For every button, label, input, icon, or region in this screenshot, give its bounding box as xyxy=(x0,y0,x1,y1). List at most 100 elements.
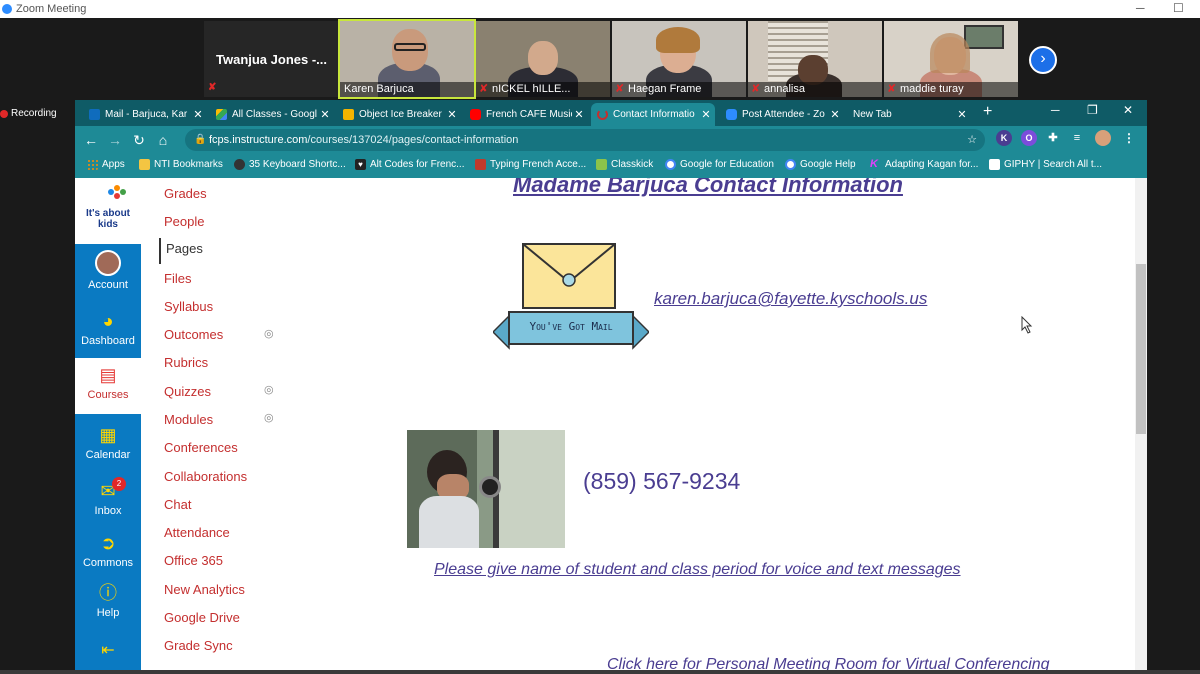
bookmark-keyboard-shortcuts[interactable]: 35 Keyboard Shortc... xyxy=(234,159,346,170)
next-participants-button[interactable]: › xyxy=(1029,46,1057,74)
back-arrow-icon[interactable]: ← xyxy=(79,132,103,148)
tab-french-cafe[interactable]: French CAFE Music ✕ xyxy=(464,103,588,126)
nav-commons[interactable]: ➲ Commons xyxy=(75,532,141,582)
zoom-window-title: Zoom Meeting xyxy=(16,3,87,15)
mic-muted-icon: ✘ xyxy=(887,83,897,95)
course-nav-modules[interactable]: Modules xyxy=(164,412,213,427)
bookmark-google-education[interactable]: Google for Education xyxy=(665,159,774,170)
nav-inbox[interactable]: ✉ 2 Inbox xyxy=(75,477,141,530)
document-icon xyxy=(989,159,1000,170)
bookmark-giphy[interactable]: GIPHY | Search All t... xyxy=(989,159,1102,170)
course-nav-collaborations[interactable]: Collaborations xyxy=(164,469,247,484)
nav-help[interactable]: ⓘ Help xyxy=(75,582,141,632)
nav-courses[interactable]: ▤ Courses xyxy=(75,358,141,414)
participant-label: ✘ maddie turay xyxy=(884,82,1018,97)
canvas-page: It's about kids Account ◕ Dashboard ▤ Co… xyxy=(75,178,1147,674)
home-icon[interactable]: ⌂ xyxy=(151,132,175,148)
close-tab-icon[interactable]: ✕ xyxy=(955,108,969,121)
course-nav-office-365[interactable]: Office 365 xyxy=(164,553,223,568)
close-tab-icon[interactable]: ✕ xyxy=(318,108,332,121)
lock-icon: 🔒 xyxy=(194,134,207,145)
course-nav-quizzes[interactable]: Quizzes xyxy=(164,384,211,399)
extension-o-icon[interactable]: O xyxy=(1021,130,1037,146)
bookmark-alt-codes[interactable]: ♥ Alt Codes for Frenc... xyxy=(355,159,464,170)
course-nav-outcomes[interactable]: Outcomes xyxy=(164,327,223,342)
participant-label: ✘ annalisa xyxy=(748,82,882,97)
tab-mail[interactable]: Mail - Barjuca, Kar ✕ xyxy=(83,103,207,126)
course-nav-attendance[interactable]: Attendance xyxy=(164,525,230,540)
close-tab-icon[interactable]: ✕ xyxy=(699,108,713,121)
close-tab-icon[interactable]: ✕ xyxy=(445,108,459,121)
close-tab-icon[interactable]: ✕ xyxy=(828,108,842,121)
mic-muted-icon: ✘ xyxy=(615,83,625,95)
profile-avatar[interactable] xyxy=(1095,130,1111,146)
minimize-icon[interactable]: ─ xyxy=(1136,1,1145,15)
tab-new-tab[interactable]: New Tab ✕ xyxy=(847,103,971,126)
tab-post-attendee[interactable]: Post Attendee - Zo ✕ xyxy=(720,103,844,126)
page-scrollbar[interactable] xyxy=(1135,178,1147,674)
participant-video-tile[interactable]: ✘ nICKEL hILLE... xyxy=(476,21,610,97)
course-nav-people[interactable]: People xyxy=(164,214,204,229)
forward-arrow-icon[interactable]: → xyxy=(103,132,127,148)
address-bar[interactable]: 🔒 fcps.instructure.com/courses/137024/pa… xyxy=(185,129,985,151)
course-nav-new-analytics[interactable]: New Analytics xyxy=(164,582,245,597)
participant-label: ✘ Haegan Frame xyxy=(612,82,746,97)
recording-dot-icon xyxy=(0,109,8,118)
extensions-puzzle-icon[interactable]: ✚ xyxy=(1045,130,1061,146)
participant-name: Twanjua Jones -... xyxy=(216,52,328,67)
course-nav-grade-sync[interactable]: Grade Sync xyxy=(164,638,233,653)
reading-list-icon[interactable]: ≡ xyxy=(1069,130,1085,146)
taskbar-strip xyxy=(0,670,1200,674)
bookmark-typing-french[interactable]: Typing French Acce... xyxy=(475,159,586,170)
course-nav-grades[interactable]: Grades xyxy=(164,186,207,201)
course-nav-rubrics[interactable]: Rubrics xyxy=(164,355,208,370)
close-window-icon[interactable]: ✕ xyxy=(1123,103,1133,117)
extension-k-icon[interactable]: K xyxy=(996,130,1012,146)
participant-video-tile[interactable]: Karen Barjuca xyxy=(338,19,476,99)
new-tab-button[interactable]: + xyxy=(983,103,992,121)
email-link[interactable]: karen.barjuca@fayette.kyschools.us xyxy=(654,289,927,309)
scrollbar-thumb[interactable] xyxy=(1136,264,1146,434)
close-tab-icon[interactable]: ✕ xyxy=(191,108,205,121)
participant-name-tile[interactable]: Twanjua Jones -... ✘ xyxy=(204,21,338,97)
course-nav-chat[interactable]: Chat xyxy=(164,497,191,512)
maximize-icon[interactable]: ☐ xyxy=(1173,1,1184,15)
minimize-icon[interactable]: ─ xyxy=(1051,103,1060,117)
more-menu-icon[interactable]: ⋮ xyxy=(1121,130,1137,146)
course-nav-pages[interactable]: Pages xyxy=(159,238,203,264)
participant-video-tile[interactable]: ✘ annalisa xyxy=(748,21,882,97)
reload-icon[interactable]: ↻ xyxy=(127,132,151,149)
inbox-badge: 2 xyxy=(112,477,126,491)
tab-contact-information[interactable]: Contact Informatio ✕ xyxy=(591,103,715,126)
help-icon: ⓘ xyxy=(99,583,117,603)
course-nav-syllabus[interactable]: Syllabus xyxy=(164,299,213,314)
restore-icon[interactable]: ❐ xyxy=(1087,103,1098,117)
bookmark-apps[interactable]: Apps xyxy=(87,159,125,170)
close-tab-icon[interactable]: ✕ xyxy=(572,108,586,121)
zoom-logo-icon xyxy=(2,4,12,14)
tab-all-classes[interactable]: All Classes - Googl ✕ xyxy=(210,103,334,126)
bookmarks-bar: Apps NTI Bookmarks 35 Keyboard Shortc...… xyxy=(75,154,1147,178)
course-nav-conferences[interactable]: Conferences xyxy=(164,440,238,455)
bookmark-kagan[interactable]: K Adapting Kagan for... xyxy=(870,158,978,171)
mic-muted-icon: ✘ xyxy=(751,83,761,95)
participant-video-tile[interactable]: ✘ maddie turay xyxy=(884,21,1018,97)
mic-muted-icon: ✘ xyxy=(479,83,489,95)
district-logo[interactable]: It's about kids xyxy=(75,178,141,244)
bookmark-classkick[interactable]: Classkick xyxy=(596,159,653,170)
bookmark-nti[interactable]: NTI Bookmarks xyxy=(139,159,223,170)
kagan-icon: K xyxy=(870,158,878,170)
nav-calendar[interactable]: ▦ Calendar xyxy=(75,424,141,474)
course-nav-google-drive[interactable]: Google Drive xyxy=(164,610,240,625)
mail-banner-text: You've Got Mail xyxy=(529,320,613,333)
bookmark-star-icon[interactable]: ☆ xyxy=(967,129,977,151)
recording-label: Recording xyxy=(11,108,57,119)
nav-dashboard[interactable]: ◕ Dashboard xyxy=(75,310,141,360)
tab-object-ice-breaker[interactable]: Object Ice Breaker ✕ xyxy=(337,103,461,126)
participant-video-tile[interactable]: ✘ Haegan Frame xyxy=(612,21,746,97)
nav-account[interactable]: Account xyxy=(75,250,141,300)
bookmark-google-help[interactable]: Google Help xyxy=(785,159,856,170)
course-nav-files[interactable]: Files xyxy=(164,271,191,286)
zoom-icon xyxy=(726,109,737,120)
collapse-nav-icon[interactable]: ⇤ xyxy=(75,640,141,664)
